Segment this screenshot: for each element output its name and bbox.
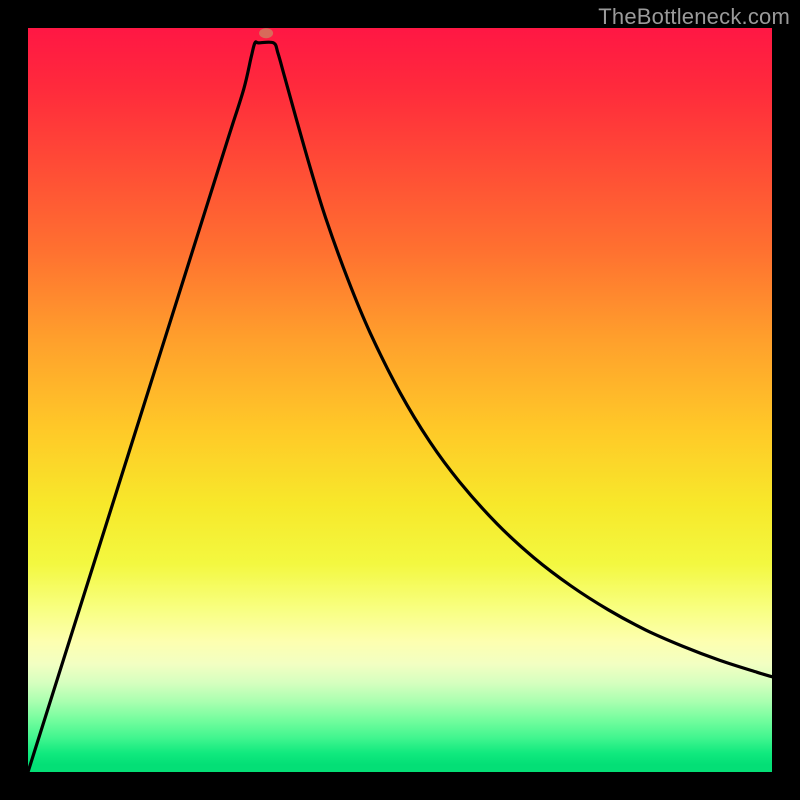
plot-area <box>28 28 772 772</box>
watermark-text: TheBottleneck.com <box>598 4 790 30</box>
chart-frame: TheBottleneck.com <box>0 0 800 800</box>
optimum-marker <box>259 28 273 38</box>
chart-svg <box>28 28 772 772</box>
bottleneck-curve <box>28 42 772 772</box>
